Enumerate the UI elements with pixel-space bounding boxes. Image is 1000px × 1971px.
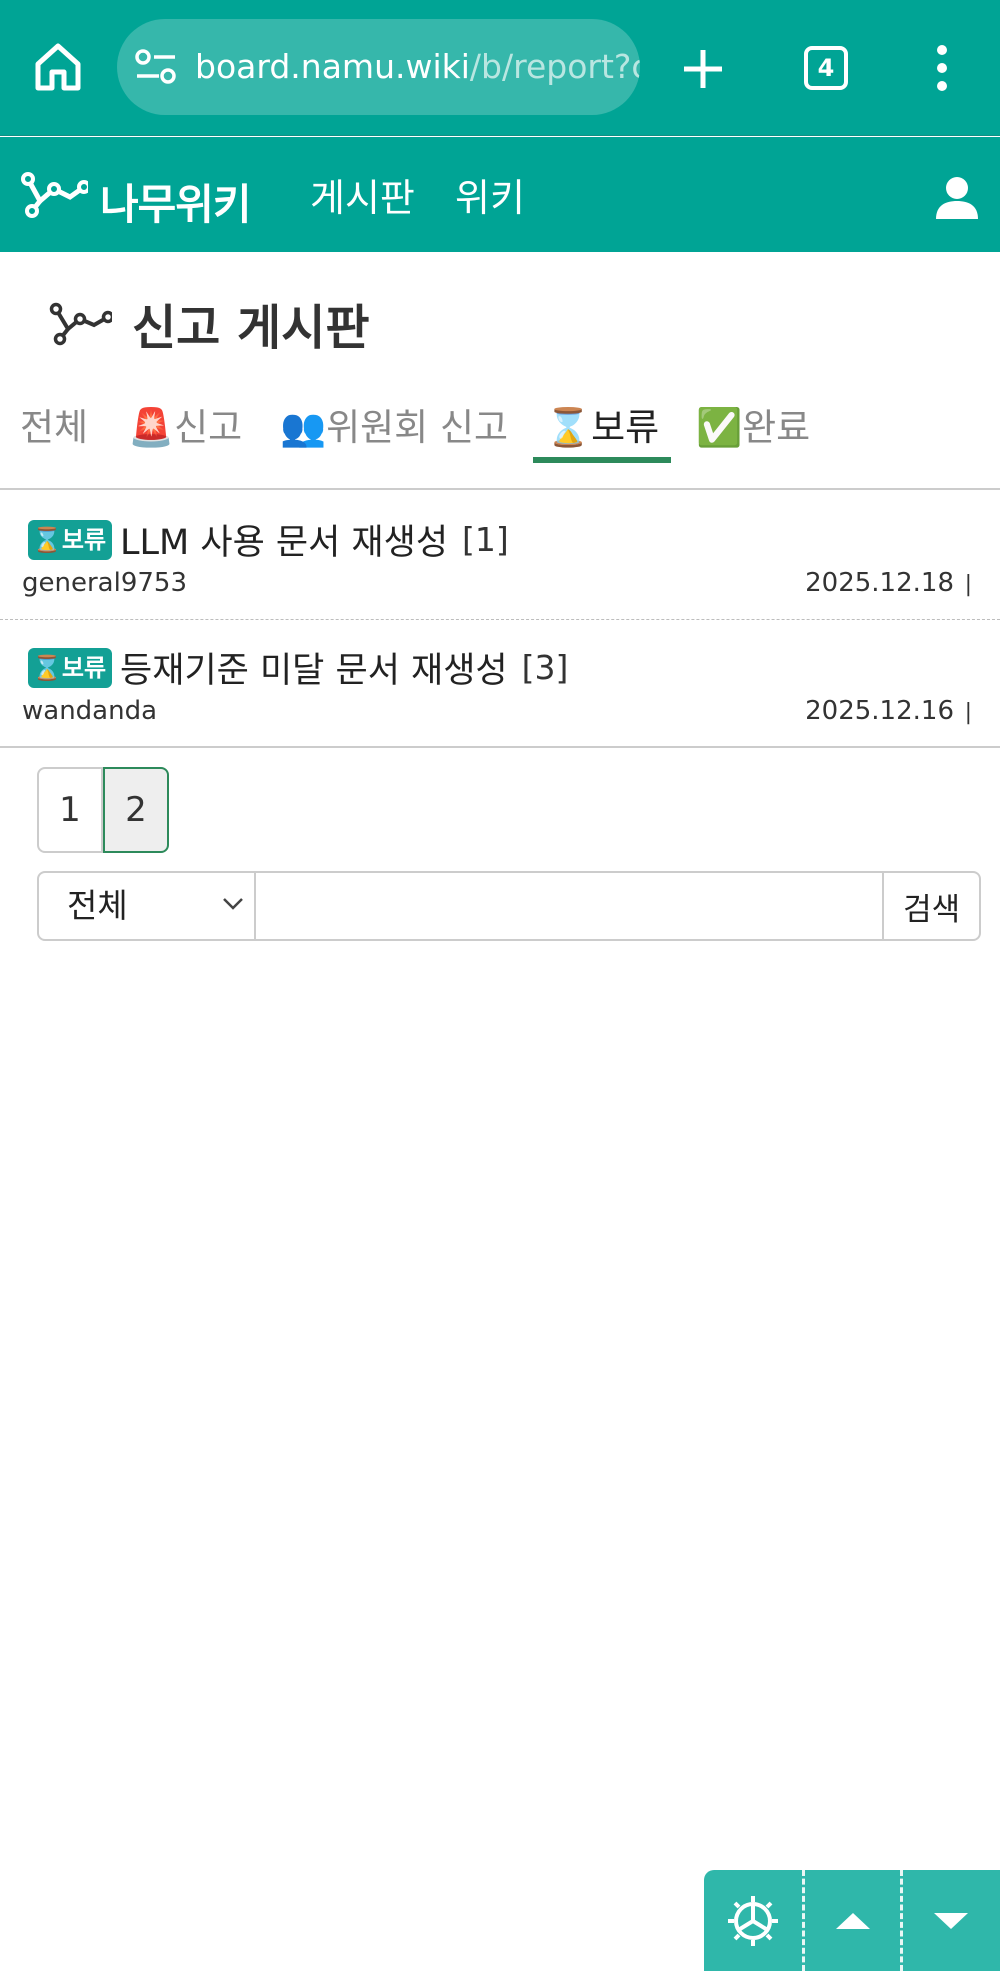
post-separator: | xyxy=(964,572,972,597)
search-form: 전체 검색 xyxy=(37,871,982,941)
scroll-up-button[interactable] xyxy=(802,1870,900,1971)
post-author[interactable]: wandanda xyxy=(22,696,157,726)
home-icon[interactable] xyxy=(30,38,86,94)
tab-on-hold[interactable]: ⌛보류 xyxy=(533,399,672,463)
page-title: 신고 게시판 xyxy=(132,300,370,356)
tab-completed[interactable]: ✅완료 xyxy=(696,399,810,463)
url-host: board.namu.wiki xyxy=(195,47,470,86)
post-author[interactable]: general9753 xyxy=(22,568,187,598)
page-button-2[interactable]: 2 xyxy=(103,767,169,853)
tree-logo-icon xyxy=(21,172,88,218)
caret-up-icon xyxy=(835,1912,870,1929)
comment-count: [1] xyxy=(462,520,509,559)
list-item[interactable]: ⌛보류 등재기준 미달 문서 재생성 [3] wandanda 2025.12.… xyxy=(0,620,1000,748)
post-title[interactable]: 등재기준 미달 문서 재생성 xyxy=(120,642,508,693)
comment-count: [3] xyxy=(521,648,569,687)
tab-all[interactable]: 전체 xyxy=(20,399,88,463)
settings-button[interactable] xyxy=(704,1870,802,1971)
nav-wiki-link[interactable]: 위키 xyxy=(455,167,525,222)
chevron-down-icon xyxy=(222,898,243,910)
url-path: /b/report?c xyxy=(469,47,640,86)
pagination: 1 2 xyxy=(37,767,169,853)
browser-toolbar: board.namu.wiki/b/report?c 4 xyxy=(0,0,1000,136)
search-button[interactable]: 검색 xyxy=(884,871,982,941)
user-icon[interactable] xyxy=(934,175,980,221)
search-input[interactable] xyxy=(255,871,885,941)
more-menu-icon[interactable] xyxy=(930,44,954,92)
status-badge: ⌛보류 xyxy=(28,647,113,688)
floating-toolbar xyxy=(704,1870,1000,1971)
gear-icon xyxy=(728,1895,778,1946)
tab-committee-report[interactable]: 👥위원회 신고 xyxy=(280,399,508,463)
site-settings-icon[interactable] xyxy=(135,49,177,85)
url-text: board.namu.wiki/b/report?c xyxy=(195,19,640,115)
scroll-down-button[interactable] xyxy=(900,1870,998,1971)
page: board.namu.wiki/b/report?c 4 나무위키 게시판 위키… xyxy=(0,0,1000,1971)
search-scope-select[interactable]: 전체 xyxy=(37,871,256,941)
post-separator: | xyxy=(964,700,972,725)
status-badge: ⌛보류 xyxy=(28,519,113,560)
site-logo[interactable]: 나무위키 xyxy=(18,167,263,229)
nav-board-link[interactable]: 게시판 xyxy=(310,167,415,222)
search-scope-value: 전체 xyxy=(67,886,128,925)
new-tab-icon[interactable] xyxy=(680,46,726,92)
page-button-1[interactable]: 1 xyxy=(37,767,103,853)
logo-text: 나무위키 xyxy=(100,180,252,229)
list-item[interactable]: ⌛보류 LLM 사용 문서 재생성 [1] general9753 2025.1… xyxy=(0,492,1000,620)
caret-down-icon xyxy=(933,1912,968,1929)
post-date: 2025.12.18 xyxy=(805,568,954,598)
tree-logo-icon xyxy=(49,302,112,346)
category-tabs: 전체 🚨신고 👥위원회 신고 ⌛보류 ✅완료 xyxy=(0,385,1000,490)
post-title[interactable]: LLM 사용 문서 재생성 xyxy=(120,514,448,565)
tab-report[interactable]: 🚨신고 xyxy=(128,399,242,463)
post-heading[interactable]: ⌛보류 등재기준 미달 문서 재생성 [3] xyxy=(28,642,568,693)
tab-switcher-button[interactable]: 4 xyxy=(804,46,848,90)
address-bar[interactable]: board.namu.wiki/b/report?c xyxy=(117,19,640,115)
post-heading[interactable]: ⌛보류 LLM 사용 문서 재생성 [1] xyxy=(28,514,509,565)
post-date: 2025.12.16 xyxy=(805,696,954,726)
board-title: 신고 게시판 xyxy=(48,287,370,359)
site-header: 나무위키 게시판 위키 xyxy=(0,137,1000,252)
